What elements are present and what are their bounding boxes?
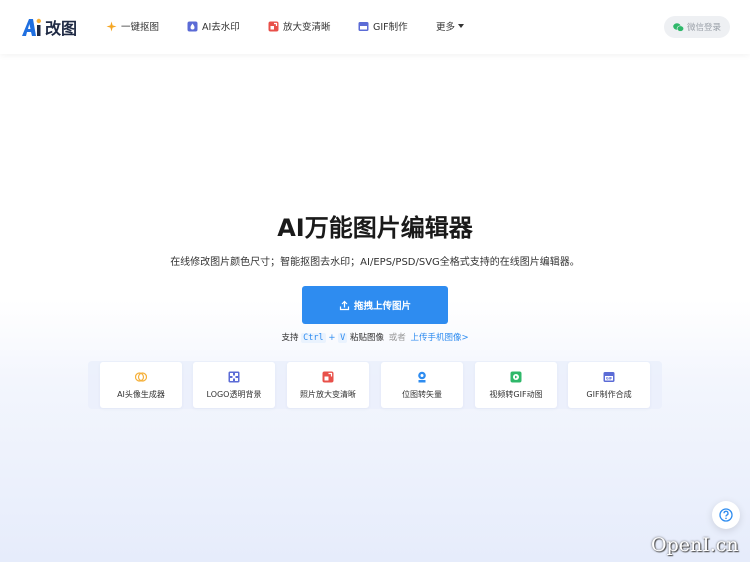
avatar-generator-icon	[135, 372, 147, 382]
nav-item-label: AI去水印	[202, 22, 240, 33]
video-icon	[510, 371, 522, 383]
kbd-plus: +	[328, 333, 336, 343]
top-header: 改图 一键抠图 AI去水印 放大变清晰 GIF制作 更多 微信登录	[0, 0, 750, 54]
or-text: 或者	[388, 333, 406, 343]
water-drop-icon	[187, 21, 198, 32]
tool-card-video-gif[interactable]: 视频转GIF动图	[475, 362, 557, 408]
paste-prefix: 支持	[281, 333, 299, 343]
logo-mark-icon	[21, 17, 43, 37]
tool-card-enlarge[interactable]: 照片放大变清晰	[287, 362, 369, 408]
help-button[interactable]	[712, 501, 740, 529]
nav-item-cutout[interactable]: 一键抠图	[106, 19, 159, 33]
tool-card-avatar[interactable]: AI头像生成器	[100, 362, 182, 408]
nav-item-more[interactable]: 更多	[436, 19, 465, 33]
page-title: AI万能图片编辑器	[277, 214, 473, 242]
svg-text:GIF: GIF	[606, 377, 613, 381]
wechat-login-button[interactable]: 微信登录	[664, 16, 730, 38]
enlarge-icon	[322, 371, 334, 383]
gif-icon	[358, 21, 369, 32]
vector-icon	[418, 371, 426, 383]
checkerboard-icon	[228, 371, 240, 383]
tool-label: GIF制作合成	[586, 390, 632, 399]
nav-item-label: GIF制作	[373, 22, 408, 33]
tool-label: LOGO透明背景	[206, 390, 262, 399]
tool-label: 照片放大变清晰	[300, 390, 356, 399]
upload-mobile-link[interactable]: 上传手机图像>	[410, 333, 468, 343]
sparkle-icon	[106, 21, 117, 32]
nav-item-gif[interactable]: GIF制作	[358, 19, 408, 33]
nav-item-label: 更多	[436, 22, 456, 33]
help-icon	[719, 508, 733, 522]
logo-text: 改图	[45, 19, 78, 38]
site-logo[interactable]: 改图	[21, 16, 77, 38]
enlarge-icon	[268, 21, 279, 32]
nav-item-watermark[interactable]: AI去水印	[187, 19, 240, 33]
tool-card-gif-make[interactable]: GIF GIF制作合成	[568, 362, 650, 408]
page-subtitle: 在线修改图片颜色尺寸；智能抠图去水印；AI/EPS/PSD/SVG全格式支持的在…	[170, 257, 580, 268]
tool-card-vectorize[interactable]: 位图转矢量	[381, 362, 463, 408]
wechat-icon	[673, 22, 684, 32]
login-label: 微信登录	[686, 23, 721, 33]
nav-item-label: 放大变清晰	[283, 22, 331, 33]
kbd-ctrl: Ctrl	[301, 333, 326, 343]
paste-hint: 支持 Ctrl + V 粘贴图像 或者 上传手机图像>	[0, 331, 750, 343]
kbd-v: V	[338, 333, 348, 343]
nav-item-label: 一键抠图	[121, 22, 160, 33]
paste-suffix: 粘贴图像	[350, 333, 385, 343]
tool-label: AI头像生成器	[117, 390, 165, 399]
upload-image-button[interactable]: 拖拽上传图片	[302, 286, 448, 324]
nav-item-enlarge[interactable]: 放大变清晰	[268, 19, 331, 33]
watermark-text: OpenI.cn	[651, 534, 739, 556]
tool-label: 视频转GIF动图	[489, 390, 543, 399]
tool-label: 位图转矢量	[402, 390, 442, 399]
chevron-down-icon	[458, 24, 465, 28]
tool-card-logo-transparent[interactable]: LOGO透明背景	[193, 362, 275, 408]
gif-icon: GIF	[603, 372, 615, 382]
upload-label: 拖拽上传图片	[353, 301, 411, 312]
upload-icon	[339, 300, 350, 310]
